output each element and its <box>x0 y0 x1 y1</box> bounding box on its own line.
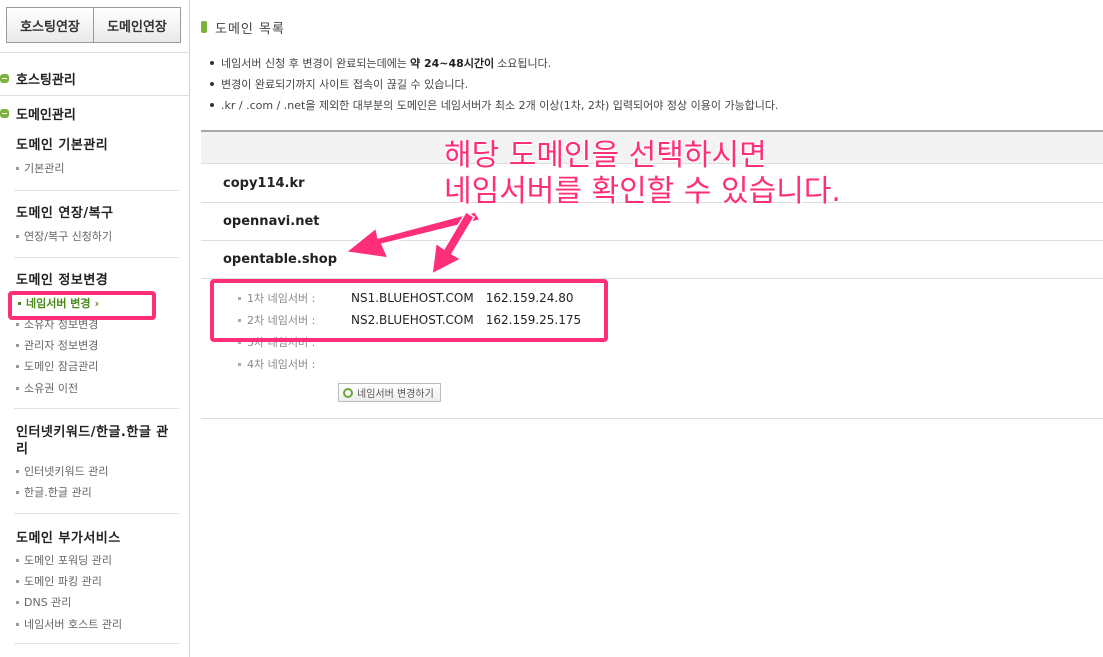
group-title: 도메인 연장/복구 <box>16 206 114 221</box>
item-label: 도메인 포워딩 관리 <box>24 554 112 567</box>
page-title-text: 도메인 목록 <box>215 21 285 37</box>
notice-item: .kr / .com / .net을 제외한 대부분의 도메인은 네임서버가 최… <box>210 94 779 115</box>
notice-text: 소요됩니다. <box>497 56 552 70</box>
bullet-icon <box>238 362 241 366</box>
item-label: 기본관리 <box>24 162 65 175</box>
hosting-renew-button[interactable]: 호스팅연장 <box>7 8 93 42</box>
divider <box>14 408 179 409</box>
annotation-callout: 해당 도메인을 선택하시면 네임서버를 확인할 수 있습니다. <box>444 138 841 210</box>
item-label: 관리자 정보변경 <box>24 339 99 352</box>
bullet-icon <box>16 490 19 494</box>
item-label: 도메인 잠금관리 <box>24 360 99 373</box>
sidebar-item-ns-host[interactable]: 네임서버 호스트 관리 <box>16 616 122 632</box>
sidebar-item-domain-lock[interactable]: 도메인 잠금관리 <box>16 358 98 374</box>
section-label: 도메인관리 <box>16 107 76 123</box>
highlight-box-sidebar <box>8 291 156 320</box>
item-label: 한글.한글 관리 <box>24 486 92 499</box>
divider <box>0 52 189 53</box>
notice-item: 변경이 완료되기까지 사이트 접속이 끊길 수 있습니다. <box>210 73 779 94</box>
annotation-line: 해당 도메인을 선택하시면 <box>444 138 767 173</box>
divider <box>14 190 179 191</box>
bullet-icon <box>16 364 19 368</box>
refresh-icon <box>343 387 353 398</box>
bullet-icon <box>16 166 19 170</box>
bullet-icon <box>210 81 214 86</box>
notice-item: 네임서버 신청 후 변경이 완료되는데에는 약 24~48시간이 소요됩니다. <box>210 52 779 73</box>
notice-list: 네임서버 신청 후 변경이 완료되는데에는 약 24~48시간이 소요됩니다. 변경… <box>210 52 779 115</box>
item-label: 인터넷키워드 관리 <box>24 465 109 478</box>
notice-text: 네임서버 신청 후 변경이 완료되는데에는 <box>221 56 408 70</box>
bullet-icon <box>16 558 19 562</box>
domain-row-opentable[interactable]: opentable.shop <box>201 241 1103 279</box>
section-label: 호스팅관리 <box>16 72 76 88</box>
item-label: 소유권 이전 <box>24 382 79 395</box>
button-label: 네임서버 변경하기 <box>357 389 434 400</box>
annotation-line: 네임서버를 확인할 수 있습니다. <box>444 174 841 209</box>
top-button-group: 호스팅연장 도메인연장 <box>6 7 181 43</box>
minus-bullet-icon <box>0 73 9 83</box>
divider <box>14 643 179 644</box>
item-label: 도메인 파킹 관리 <box>24 575 102 588</box>
bullet-icon <box>16 234 19 238</box>
group-title: 도메인 정보변경 <box>16 273 109 288</box>
group-title: 도메인 기본관리 <box>16 138 109 153</box>
leaf-icon <box>201 21 207 33</box>
bullet-icon <box>16 469 19 473</box>
bullet-icon <box>210 60 214 65</box>
bullet-icon <box>210 102 214 107</box>
bullet-icon <box>16 600 19 604</box>
sidebar-item-dns[interactable]: DNS 관리 <box>16 594 71 610</box>
notice-text: .kr / .com / .net을 제외한 대부분의 도메인은 네임서버가 최… <box>221 98 779 112</box>
group-title: 도메인 부가서비스 <box>16 531 121 546</box>
bullet-icon <box>16 343 19 347</box>
item-label: 연장/복구 신청하기 <box>24 230 113 243</box>
sidebar-item-korean-domain[interactable]: 한글.한글 관리 <box>16 484 92 500</box>
item-label: 네임서버 호스트 관리 <box>24 618 123 631</box>
bullet-icon <box>16 579 19 583</box>
bullet-icon <box>16 622 19 626</box>
item-label: DNS 관리 <box>24 596 72 609</box>
minus-bullet-icon <box>0 108 9 118</box>
section-domain[interactable]: 도메인관리 <box>0 103 76 123</box>
group-title: 인터넷키워드/한글.한글 관리 <box>16 425 169 457</box>
bullet-icon <box>16 386 19 390</box>
nameserver-label: 4차 네임서버 : <box>247 358 316 371</box>
nameserver-change-button[interactable]: 네임서버 변경하기 <box>338 383 441 402</box>
notice-emphasis: 약 24~48시간이 <box>410 56 495 70</box>
section-hosting[interactable]: 호스팅관리 <box>0 68 76 88</box>
sidebar-item-basic[interactable]: 기본관리 <box>16 160 64 176</box>
domain-renew-button[interactable]: 도메인연장 <box>93 8 180 42</box>
divider <box>14 257 179 258</box>
nameserver-row-4: 4차 네임서버 : <box>238 354 351 374</box>
sidebar-item-ownership-transfer[interactable]: 소유권 이전 <box>16 380 78 396</box>
sidebar-item-admin-info[interactable]: 관리자 정보변경 <box>16 337 98 353</box>
sidebar-item-parking[interactable]: 도메인 파킹 관리 <box>16 573 102 589</box>
page-title: 도메인 목록 <box>201 18 285 37</box>
bullet-icon <box>16 322 19 326</box>
sidebar: 호스팅연장 도메인연장 호스팅관리 도메인관리 도메인 기본관리 기본관리 도메… <box>0 0 190 657</box>
divider <box>0 95 189 96</box>
highlight-box-nameservers <box>210 279 608 342</box>
notice-text: 변경이 완료되기까지 사이트 접속이 끊길 수 있습니다. <box>221 77 469 91</box>
sidebar-item-renew-restore[interactable]: 연장/복구 신청하기 <box>16 228 112 244</box>
sidebar-item-internet-keyword[interactable]: 인터넷키워드 관리 <box>16 463 108 479</box>
divider <box>14 513 179 514</box>
sidebar-item-forwarding[interactable]: 도메인 포워딩 관리 <box>16 552 112 568</box>
